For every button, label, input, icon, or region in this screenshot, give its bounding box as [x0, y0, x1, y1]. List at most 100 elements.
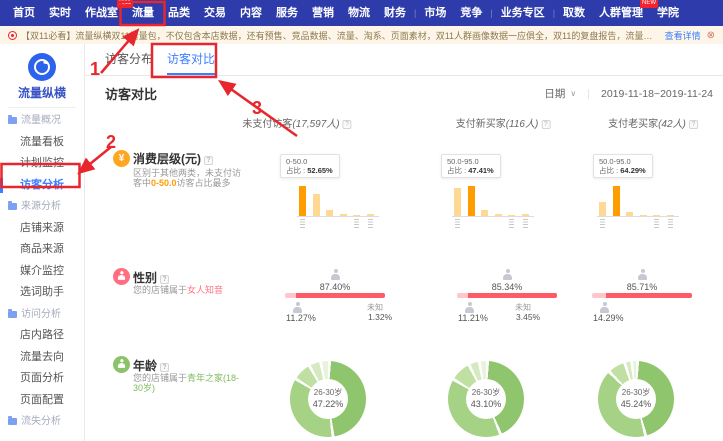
male-percent: 11.27%: [286, 313, 316, 323]
gender-chart[interactable]: 85.34% 11.21% 未知 3.45%: [457, 266, 557, 324]
donut-center-label: 26-30岁: [598, 387, 674, 398]
axis-tick-label: [600, 219, 605, 228]
age-row-desc: 您的店铺属于青年之家(18-30岁): [133, 374, 249, 393]
bar: [522, 214, 529, 216]
help-icon[interactable]: ?: [160, 363, 169, 372]
sidebar-item-计划监控[interactable]: 计划监控: [0, 153, 84, 175]
help-icon[interactable]: ?: [343, 120, 352, 129]
male-icon: [600, 302, 609, 313]
sidebar-item-流量去向[interactable]: 流量去向: [0, 347, 84, 369]
bar: [667, 215, 674, 217]
help-icon[interactable]: ?: [689, 120, 698, 129]
sidebar-section-流量概况: 流量概况: [0, 110, 84, 132]
notice-detail-link[interactable]: 查看详情: [665, 29, 701, 42]
sidebar-item-页面配置[interactable]: 页面配置: [0, 390, 84, 412]
gender-icon: [113, 268, 130, 285]
bar-tooltip: 50.0-95.0 占比 : 64.29%: [593, 154, 653, 178]
consume-bar-chart[interactable]: [452, 186, 534, 217]
top-nav: 首页实时作战室双11流量品类交易内容服务营销物流财务|市场竞争|业务专区|取数人…: [0, 0, 723, 26]
help-icon[interactable]: ?: [541, 120, 550, 129]
notice-close-icon[interactable]: ⊗: [701, 30, 715, 41]
consume-row-title: 消费层级(元)?: [133, 150, 213, 167]
folder-icon: [8, 311, 17, 318]
sidebar-item-媒介监控[interactable]: 媒介监控: [0, 261, 84, 283]
bar: [299, 186, 306, 216]
female-percent: 87.40%: [285, 282, 385, 292]
sidebar-item-商品来源[interactable]: 商品来源: [0, 239, 84, 261]
nav-item-流量[interactable]: 流量: [125, 0, 161, 26]
sidebar-menu: 流量概况流量看板计划监控访客分析来源分析店铺来源商品来源媒介监控选词助手访问分析…: [0, 110, 84, 433]
axis-tick-label: [455, 219, 460, 228]
sidebar-section-流失分析: 流失分析: [0, 411, 84, 433]
nav-item-首页[interactable]: 首页: [6, 0, 42, 26]
sidebar-item-流量看板[interactable]: 流量看板: [0, 132, 84, 154]
page-title: 访客对比: [105, 84, 157, 103]
donut-center-label: 26-30岁: [448, 387, 524, 398]
column-header-old-buyers: 支付老买家(42人)?: [608, 115, 698, 130]
sidebar-section-访问分析: 访问分析: [0, 304, 84, 326]
nav-item-物流[interactable]: 物流: [341, 0, 377, 26]
age-donut-chart[interactable]: 26-30岁 47.22%: [290, 361, 366, 437]
bar: [340, 214, 347, 216]
axis-tick-label: [300, 219, 305, 228]
help-icon[interactable]: ?: [160, 275, 169, 284]
nav-item-市场[interactable]: 市场: [417, 0, 453, 26]
gender-chart[interactable]: 87.40% 11.27% 未知 1.32%: [285, 266, 385, 324]
nav-item-学院[interactable]: 学院: [650, 0, 686, 26]
nav-item-取数[interactable]: 取数: [556, 0, 592, 26]
nav-item-竞争[interactable]: 竞争: [453, 0, 489, 26]
announcement-icon: [8, 31, 17, 40]
bar: [508, 215, 515, 217]
notice-bar: 【双11必看】流量纵横双11增量包，不仅包含本店数据，还有预售、竞品数据、流量、…: [0, 26, 723, 44]
age-icon: [113, 356, 130, 373]
nav-item-交易[interactable]: 交易: [197, 0, 233, 26]
date-filter[interactable]: 日期 ∨ | 2019-11-18~2019-11-24: [544, 86, 713, 101]
nav-item-内容[interactable]: 内容: [233, 0, 269, 26]
gender-row-title: 性别?: [133, 269, 169, 286]
axis-tick-label: [368, 219, 373, 228]
gender-row-desc: 您的店铺属于女人知音: [133, 286, 249, 296]
column-header-new-buyers: 支付新买家(116人)?: [456, 115, 551, 130]
bar: [653, 215, 660, 217]
nav-item-服务[interactable]: 服务: [269, 0, 305, 26]
female-icon: [503, 269, 512, 280]
nav-item-业务专区[interactable]: 业务专区: [494, 0, 552, 26]
nav-item-实时[interactable]: 实时: [42, 0, 78, 26]
sidebar-item-选词助手[interactable]: 选词助手: [0, 282, 84, 304]
tab-visitor-distribution[interactable]: 访客分布: [105, 44, 153, 75]
tab-bar: 访客分布 访客对比: [86, 44, 723, 76]
sidebar-item-访客分析[interactable]: 访客分析: [0, 175, 84, 197]
bar: [454, 188, 461, 216]
gender-chart[interactable]: 85.71% 14.29%: [592, 266, 692, 324]
unknown-percent: 3.45%: [516, 312, 540, 322]
bar-tooltip: 0-50.0 占比 : 52.65%: [280, 154, 340, 178]
nav-item-营销[interactable]: 营销: [305, 0, 341, 26]
date-divider: |: [587, 88, 590, 100]
age-donut-chart[interactable]: 26-30岁 45.24%: [598, 361, 674, 437]
bar: [626, 212, 633, 216]
age-donut-chart[interactable]: 26-30岁 43.10%: [448, 361, 524, 437]
axis-tick-label: [668, 219, 673, 228]
sidebar-item-店内路径[interactable]: 店内路径: [0, 325, 84, 347]
axis-tick-label: [654, 219, 659, 228]
consume-bar-chart[interactable]: [297, 186, 379, 217]
date-range-value: 2019-11-18~2019-11-24: [601, 88, 713, 100]
bar: [326, 210, 333, 216]
consume-bar-chart[interactable]: [597, 186, 679, 217]
folder-icon: [8, 418, 17, 425]
main-content: 访客分布 访客对比 访客对比 日期 ∨ | 2019-11-18~2019-11…: [86, 44, 723, 441]
app-title: 流量纵横: [0, 84, 84, 101]
donut-center-value: 43.10%: [448, 399, 524, 409]
nav-item-财务[interactable]: 财务: [377, 0, 413, 26]
nav-item-人群管理[interactable]: 人群管理NEW: [592, 0, 650, 26]
help-icon[interactable]: ?: [204, 156, 213, 165]
nav-item-品类[interactable]: 品类: [161, 0, 197, 26]
bar: [353, 215, 360, 217]
bar: [613, 186, 620, 216]
bar: [468, 186, 475, 216]
tab-visitor-compare[interactable]: 访客对比: [167, 44, 215, 75]
nav-item-作战室[interactable]: 作战室双11: [78, 0, 125, 26]
sidebar-item-页面分析[interactable]: 页面分析: [0, 368, 84, 390]
chevron-down-icon: ∨: [570, 89, 576, 98]
sidebar-item-店铺来源[interactable]: 店铺来源: [0, 218, 84, 240]
